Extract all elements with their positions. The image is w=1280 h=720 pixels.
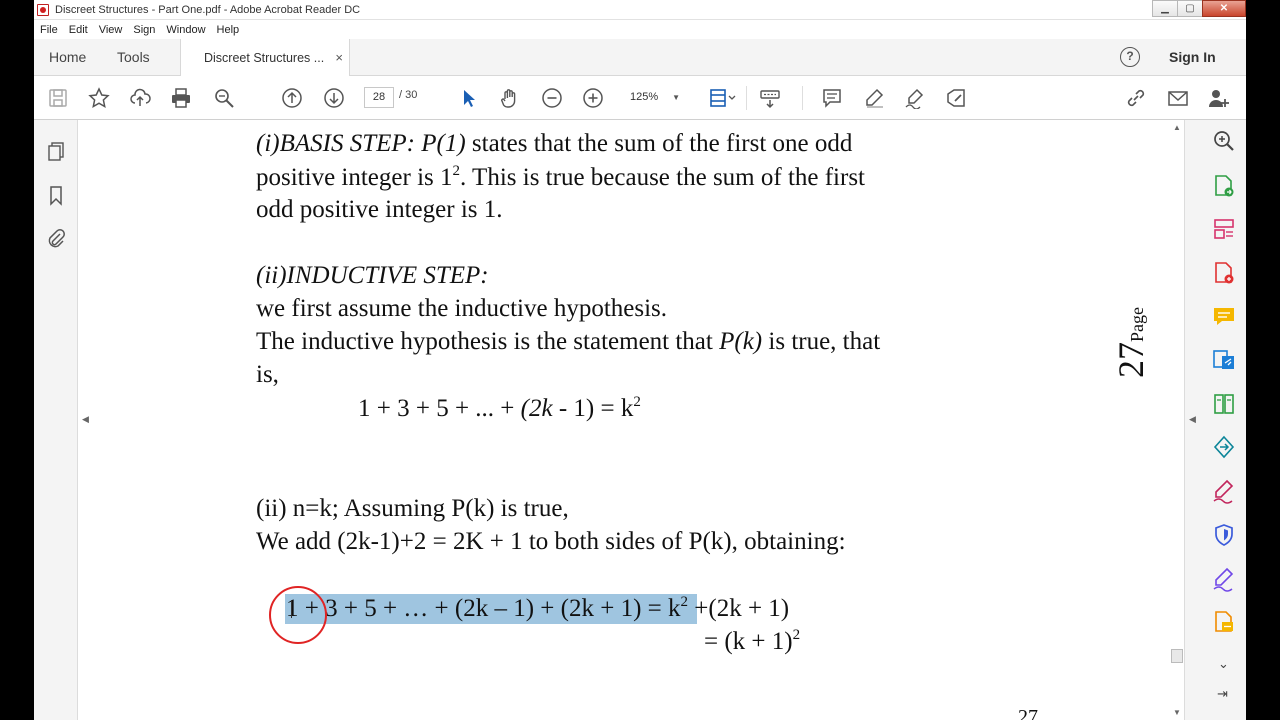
maximize-button[interactable]: ▢ — [1177, 0, 1203, 17]
keyboard-scroll-icon[interactable] — [758, 86, 782, 110]
menu-help[interactable]: Help — [217, 24, 240, 36]
pages-thumbnail-icon[interactable] — [45, 140, 67, 162]
menu-sign[interactable]: Sign — [133, 24, 155, 36]
sum-equation[interactable]: 1 + 3 + 5 + … + (2k – 1) + (2k + 1) = k2… — [286, 594, 789, 623]
collapse-right-panel-icon[interactable]: ◀ — [1189, 414, 1196, 425]
comment-icon[interactable] — [820, 86, 844, 110]
scrollbar-thumb[interactable] — [1171, 649, 1183, 663]
menu-bar: File Edit View Sign Window Help — [34, 20, 1246, 39]
selected-equation-text[interactable]: 1 + 3 + 5 + … + (2k – 1) + (2k + 1) — [286, 595, 641, 622]
inductive-step-heading: (ii)INDUCTIVE STEP: — [256, 262, 489, 289]
tab-close-icon[interactable]: × — [335, 50, 343, 65]
result-equation: = (k + 1)2 — [704, 627, 801, 655]
zoom-out-icon[interactable] — [540, 86, 564, 110]
zoom-level-value: 125% — [630, 91, 659, 103]
scroll-up-icon[interactable]: ▲ — [1173, 123, 1181, 132]
sign-in-button[interactable]: Sign In — [1169, 39, 1216, 76]
add-both-sides-line: We add (2k-1)+2 = 2K + 1 to both sides o… — [256, 528, 846, 555]
edit-pdf-icon[interactable] — [1211, 347, 1239, 373]
zoom-search-icon[interactable] — [212, 86, 236, 110]
create-pdf-icon[interactable] — [1211, 260, 1239, 286]
zoom-level-dropdown[interactable]: 125% ▼ — [622, 87, 686, 108]
fit-page-icon[interactable] — [706, 86, 740, 110]
scroll-down-icon[interactable]: ▼ — [1173, 708, 1181, 717]
organize-pages-icon[interactable] — [1211, 216, 1239, 242]
protect-shield-icon[interactable] — [1211, 522, 1239, 548]
toolbar-separator — [746, 86, 747, 110]
acrobat-window: Discreet Structures - Part One.pdf - Ado… — [34, 0, 1246, 720]
fill-sign-tool-icon[interactable] — [1211, 478, 1239, 504]
sign-pen-icon[interactable] — [903, 86, 927, 110]
bookmark-icon[interactable] — [45, 184, 67, 206]
document-page: (i)BASIS STEP: P(1) states that the sum … — [94, 120, 1170, 720]
hypothesis-equation: 1 + 3 + 5 + ... + (2k - 1) = k2 — [358, 394, 641, 422]
tab-document-label: Discreet Structures ... — [204, 51, 325, 65]
left-navigation-panel — [34, 120, 78, 720]
search-zoom-icon[interactable] — [1211, 128, 1239, 154]
window-controls: ▁ ▢ ✕ — [1152, 0, 1246, 18]
chevron-down-icon: ▼ — [672, 93, 680, 102]
comment-tool-icon[interactable] — [1211, 304, 1239, 330]
inductive-step-line1: we first assume the inductive hypothesis… — [256, 295, 668, 322]
hand-tool-icon[interactable] — [498, 86, 522, 110]
basis-step-line1: (i)BASIS STEP: P(1) states that the sum … — [256, 130, 853, 157]
window-title: Discreet Structures - Part One.pdf - Ado… — [55, 3, 361, 16]
next-page-icon[interactable] — [322, 86, 346, 110]
close-window-button[interactable]: ✕ — [1202, 0, 1246, 17]
zoom-in-icon[interactable] — [581, 86, 605, 110]
select-cursor-icon[interactable] — [457, 86, 481, 110]
text-cursor-icon — [291, 600, 299, 618]
tab-bar: Home Tools Discreet Structures ... × ? S… — [34, 39, 1246, 77]
menu-view[interactable]: View — [99, 24, 123, 36]
basis-step-line2: positive integer is 12. This is true bec… — [256, 163, 866, 191]
page-bottom-number: 27 — [1018, 706, 1038, 720]
upload-cloud-icon[interactable] — [128, 86, 152, 110]
menu-file[interactable]: File — [40, 24, 58, 36]
print-icon[interactable] — [169, 86, 193, 110]
page-footer-label: 27Page — [1111, 307, 1151, 378]
acrobat-app-icon — [37, 3, 49, 16]
title-bar: Discreet Structures - Part One.pdf - Ado… — [34, 0, 1246, 20]
send-for-review-icon[interactable] — [1211, 434, 1239, 460]
toolbar-separator — [802, 86, 803, 110]
bookmark-star-icon[interactable] — [87, 86, 111, 110]
menu-edit[interactable]: Edit — [69, 24, 88, 36]
certificates-pen-icon[interactable] — [1211, 566, 1239, 592]
export-pdf-icon[interactable] — [1211, 173, 1239, 199]
share-link-icon[interactable] — [1124, 86, 1148, 110]
previous-page-icon[interactable] — [280, 86, 304, 110]
add-user-icon[interactable] — [1207, 86, 1231, 110]
fill-sign-icon[interactable] — [944, 86, 968, 110]
save-icon[interactable] — [46, 86, 70, 110]
more-tools-icon[interactable] — [1211, 609, 1239, 635]
tab-tools[interactable]: Tools — [117, 39, 150, 76]
tab-home[interactable]: Home — [49, 39, 86, 76]
highlight-pen-icon[interactable] — [862, 86, 886, 110]
chevron-down-icon[interactable]: ⌄ — [1218, 656, 1229, 672]
help-icon[interactable]: ? — [1120, 47, 1140, 67]
basis-step-line3: odd positive integer is 1. — [256, 196, 503, 223]
compare-files-icon[interactable] — [1211, 391, 1239, 417]
case-line: (ii) n=k; Assuming P(k) is true, — [256, 495, 569, 522]
page-total: / 30 — [399, 89, 418, 101]
email-icon[interactable] — [1166, 86, 1190, 110]
menu-window[interactable]: Window — [166, 24, 205, 36]
page-number-input[interactable]: 28 — [364, 87, 394, 108]
minimize-button[interactable]: ▁ — [1152, 0, 1178, 17]
right-tools-panel: ◀ ⌄ ⇥ — [1184, 120, 1246, 720]
toolbar: 28 / 30 125% ▼ — [34, 76, 1246, 120]
vertical-scrollbar[interactable]: ▲ ▼ — [1170, 120, 1184, 720]
inductive-step-line2: The inductive hypothesis is the statemen… — [256, 328, 881, 355]
inductive-step-line3: is, — [256, 361, 279, 388]
attachment-icon[interactable] — [45, 227, 67, 249]
collapse-panel-icon[interactable]: ⇥ — [1217, 686, 1228, 702]
expand-left-panel-icon[interactable]: ◀ — [82, 414, 89, 425]
tab-document[interactable]: Discreet Structures ... × — [180, 39, 350, 77]
